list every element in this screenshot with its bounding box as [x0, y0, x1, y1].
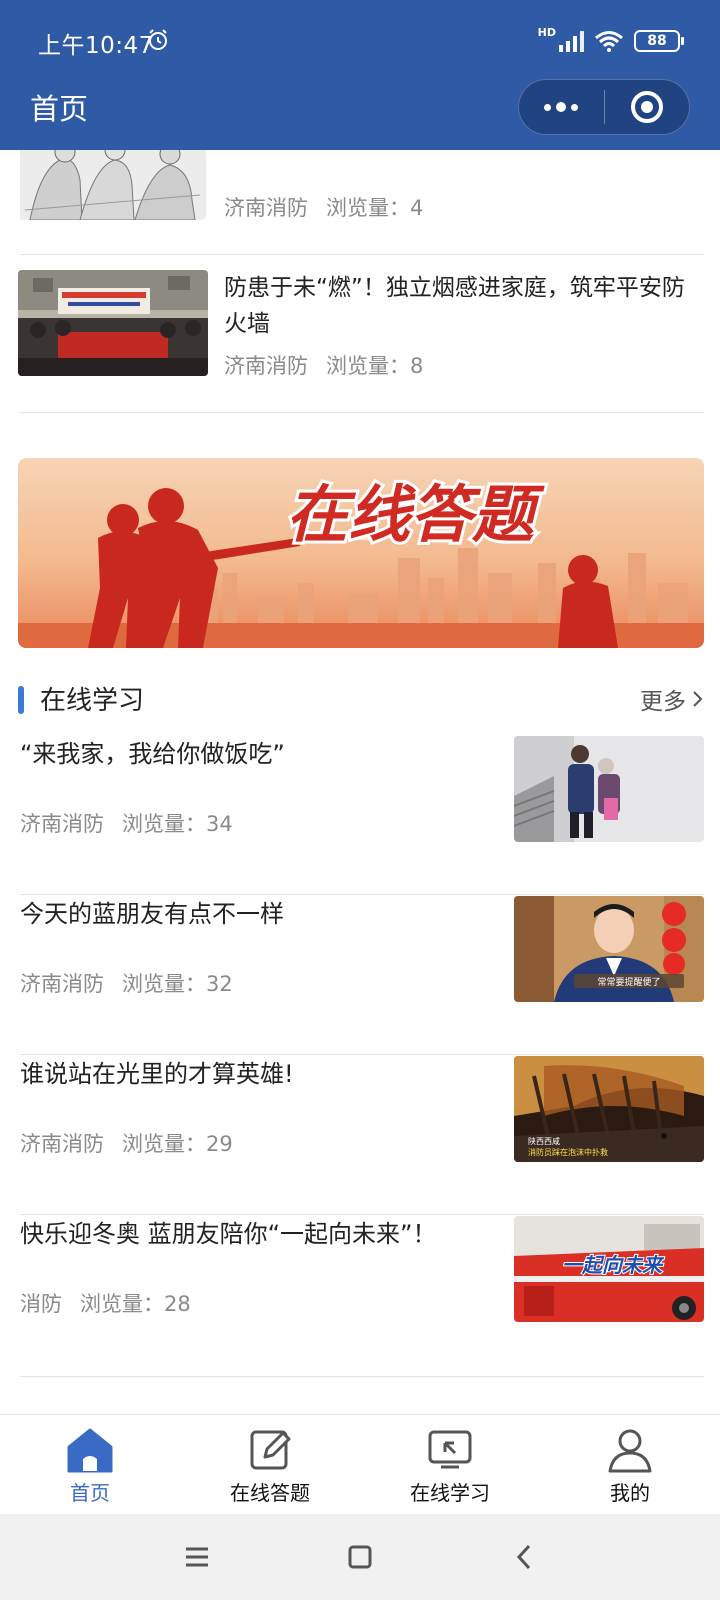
- learning-meta: 消防 浏览量：28: [20, 1288, 191, 1318]
- status-time: 上午10:47: [38, 33, 154, 59]
- news-views: 浏览量：4: [326, 196, 424, 220]
- banner-title: 在线答题: [286, 478, 545, 551]
- learning-item[interactable]: 今天的蓝朋友有点不一样 济南消防 浏览量：32 常常要提醒便了: [18, 896, 704, 1056]
- tab-home[interactable]: 首页: [0, 1415, 180, 1514]
- learning-views: 浏览量：28: [80, 1292, 191, 1316]
- section-accent-bar: [18, 686, 24, 714]
- learning-title: 今天的蓝朋友有点不一样: [20, 900, 284, 928]
- divider: [20, 412, 704, 413]
- wifi-icon: [595, 31, 623, 52]
- main-content[interactable]: 济南消防 浏览量：4 防患于未“燃”！独立烟感进家庭，筑牢平安防火墙 济南消防 …: [0, 150, 720, 1414]
- news-title: 防患于未“燃”！独立烟感进家庭，筑牢平安防火墙: [224, 275, 685, 337]
- more-link[interactable]: 更多: [640, 682, 704, 716]
- target-icon: [630, 91, 663, 123]
- signal-icon: [559, 31, 584, 52]
- thumb-caption-line1: 陕西西咸: [528, 1136, 560, 1146]
- user-icon: [608, 1429, 652, 1473]
- news-meta: 济南消防 浏览量：4: [224, 192, 423, 222]
- page-title: 首页: [30, 92, 89, 126]
- learning-title: 谁说站在光里的才算英雄!: [20, 1060, 294, 1088]
- top-bar: 上午10:47 HD 88 首页: [0, 0, 720, 150]
- learning-thumbnail: 一起向未来: [514, 1216, 704, 1322]
- news-item[interactable]: 济南消防 浏览量：4: [20, 150, 704, 254]
- learning-thumbnail: 常常要提醒便了: [514, 896, 704, 1002]
- hd-label: HD: [537, 25, 556, 39]
- tab-label: 我的: [610, 1481, 650, 1505]
- learning-source: 济南消防: [20, 972, 104, 996]
- news-thumbnail: [18, 270, 208, 376]
- tab-online-quiz[interactable]: 在线答题: [180, 1415, 360, 1514]
- news-source: 济南消防: [224, 354, 308, 378]
- nav-bar: 首页: [0, 79, 720, 150]
- home-square-icon[interactable]: [343, 1540, 377, 1574]
- more-menu-button[interactable]: [519, 79, 604, 135]
- bottom-tab-bar: 首页 在线答题 在线学习 我的: [0, 1414, 720, 1514]
- learning-views: 浏览量：34: [122, 812, 233, 836]
- divider: [20, 894, 704, 895]
- tab-profile[interactable]: 我的: [540, 1415, 720, 1514]
- status-bar: 上午10:47 HD 88: [0, 0, 720, 84]
- close-miniprogram-button[interactable]: [605, 79, 690, 135]
- edit-icon: [250, 1430, 291, 1470]
- chevron-right-icon: [693, 691, 703, 707]
- section-title: 在线学习: [40, 686, 145, 716]
- system-nav-bar: [0, 1514, 720, 1600]
- divider: [20, 1376, 704, 1377]
- learning-item[interactable]: 快乐迎冬奥 蓝朋友陪你“一起向未来”！ 消防 浏览量：28 一起向未来: [18, 1216, 704, 1376]
- battery-level: 88: [647, 33, 667, 49]
- learning-meta: 济南消防 浏览量：29: [20, 1128, 233, 1158]
- divider: [20, 1214, 704, 1215]
- news-source: 济南消防: [224, 196, 308, 220]
- alarm-icon: [149, 29, 167, 50]
- learning-source: 消防: [20, 1292, 62, 1316]
- learning-title: 快乐迎冬奥 蓝朋友陪你“一起向未来”！: [20, 1220, 437, 1248]
- more-dots-icon: [544, 102, 579, 112]
- divider: [20, 1054, 704, 1055]
- tab-label: 在线学习: [410, 1481, 490, 1505]
- learning-item[interactable]: “来我家，我给你做饭吃” 济南消防 浏览量：34: [18, 736, 704, 896]
- learning-source: 济南消防: [20, 1132, 104, 1156]
- learning-views: 浏览量：29: [122, 1132, 233, 1156]
- tab-online-learning[interactable]: 在线学习: [360, 1415, 540, 1514]
- learning-thumbnail: [514, 736, 704, 842]
- tab-label: 首页: [70, 1481, 110, 1505]
- thumb-caption: 常常要提醒便了: [597, 976, 660, 988]
- learning-meta: 济南消防 浏览量：32: [20, 968, 233, 998]
- battery-icon: 88: [634, 30, 684, 52]
- news-item[interactable]: 防患于未“燃”！独立烟感进家庭，筑牢平安防火墙 济南消防 浏览量：8: [18, 270, 704, 410]
- back-icon[interactable]: [508, 1540, 542, 1574]
- learning-source: 济南消防: [20, 812, 104, 836]
- news-thumbnail: [20, 150, 206, 220]
- online-learning-header: 在线学习 更多: [18, 678, 704, 722]
- online-quiz-banner[interactable]: 在线答题: [18, 458, 704, 648]
- learning-meta: 济南消防 浏览量：34: [20, 808, 233, 838]
- learning-title: “来我家，我给你做饭吃”: [20, 740, 285, 768]
- more-label: 更多: [640, 689, 686, 715]
- status-icons: HD 88: [537, 25, 684, 56]
- news-views: 浏览量：8: [326, 354, 424, 378]
- screen-icon: [428, 1430, 472, 1469]
- news-meta: 济南消防 浏览量：8: [224, 350, 423, 380]
- learning-views: 浏览量：32: [122, 972, 233, 996]
- divider: [20, 254, 704, 255]
- learning-thumbnail: 陕西西咸 消防员踩在泡沫中扑救: [514, 1056, 704, 1162]
- thumb-caption-line2: 消防员踩在泡沫中扑救: [528, 1147, 608, 1157]
- home-icon: [67, 1428, 113, 1473]
- tab-label: 在线答题: [230, 1481, 310, 1505]
- thumb-caption: 一起向未来: [562, 1253, 665, 1277]
- learning-item[interactable]: 谁说站在光里的才算英雄! 济南消防 浏览量：29 陕西西咸 消防员踩在泡沫中扑救: [18, 1056, 704, 1216]
- menu-icon[interactable]: [180, 1540, 214, 1574]
- miniprogram-capsule: [518, 79, 690, 135]
